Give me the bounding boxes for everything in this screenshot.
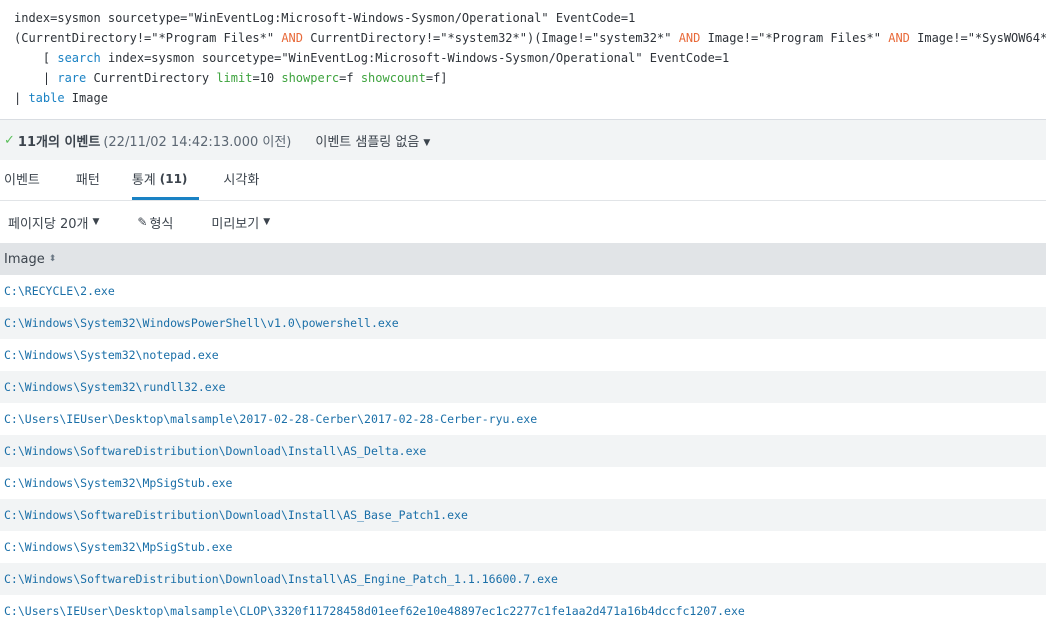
tab-label: 시각화 [223, 173, 260, 188]
caret-down-icon: ▼ [92, 217, 100, 227]
table-row[interactable]: C:\Windows\SoftwareDistribution\Download… [0, 435, 1046, 467]
tab-label: 패턴 [75, 173, 100, 188]
caret-down-icon: ▼ [423, 137, 431, 148]
preview-label: 미리보기 [211, 216, 260, 232]
tab-visualization[interactable]: 시각화 [219, 160, 271, 200]
sort-icon: ⬍ [48, 253, 57, 264]
table-row[interactable]: C:\Users\IEUser\Desktop\malsample\2017-0… [0, 403, 1046, 435]
check-icon: ✓ [4, 132, 15, 148]
results-tabs: 이벤트 패턴 통계 (11) 시각화 [0, 160, 1046, 201]
format-button[interactable]: ✎ 형식 [129, 213, 173, 232]
format-label: 형식 [149, 216, 174, 232]
search-status-bar: ✓ 11개의 이벤트 (22/11/02 14:42:13.000 이전) 이벤… [0, 120, 1046, 160]
pencil-icon: ✎ [137, 215, 148, 229]
table-row[interactable]: C:\Windows\System32\rundll32.exe [0, 371, 1046, 403]
tab-statistics[interactable]: 통계 (11) [131, 160, 200, 200]
preview-dropdown[interactable]: 미리보기 ▼ [203, 213, 270, 232]
caret-down-icon: ▼ [263, 217, 271, 227]
query-line-2: (CurrentDirectory!="*Program Files*" AND… [14, 31, 1046, 45]
per-page-label: 페이지당 20개 [8, 216, 89, 232]
query-line-1: index=sysmon sourcetype="WinEventLog:Mic… [14, 11, 636, 25]
column-header-label: Image [4, 251, 45, 267]
tab-count: (11) [159, 171, 188, 186]
table-row[interactable]: C:\Windows\System32\MpSigStub.exe [0, 531, 1046, 563]
search-query-editor[interactable]: index=sysmon sourcetype="WinEventLog:Mic… [0, 0, 1046, 120]
table-row[interactable]: C:\Windows\System32\notepad.exe [0, 339, 1046, 371]
column-header-image[interactable]: Image ⬍ [0, 243, 1046, 275]
search-timestamp: (22/11/02 14:42:13.000 이전) [103, 134, 292, 150]
query-line-4: | rare CurrentDirectory limit=10 showper… [14, 71, 448, 85]
tab-events[interactable]: 이벤트 [0, 160, 52, 200]
table-row[interactable]: C:\Windows\SoftwareDistribution\Download… [0, 499, 1046, 531]
table-row[interactable]: C:\Windows\SoftwareDistribution\Download… [0, 563, 1046, 595]
results-toolbar: 페이지당 20개 ▼ ✎ 형식 미리보기 ▼ [0, 201, 1046, 243]
results-table-body: C:\RECYCLE\2.exe C:\Windows\System32\Wind… [0, 275, 1046, 627]
tab-patterns[interactable]: 패턴 [72, 160, 112, 200]
per-page-dropdown[interactable]: 페이지당 20개 ▼ [0, 213, 99, 232]
table-row[interactable]: C:\Windows\System32\WindowsPowerShell\v1… [0, 307, 1046, 339]
table-row[interactable]: C:\RECYCLE\2.exe [0, 275, 1046, 307]
event-count: 11개의 이벤트 [17, 134, 101, 150]
tab-label: 이벤트 [4, 173, 40, 188]
query-line-5: | table Image [14, 91, 108, 105]
event-sampling-dropdown[interactable]: 이벤트 샘플링 없음 ▼ [315, 131, 430, 150]
table-row[interactable]: C:\Windows\System32\MpSigStub.exe [0, 467, 1046, 499]
tab-label: 통계 [131, 173, 156, 188]
query-line-3: [ search index=sysmon sourcetype="WinEve… [14, 51, 730, 65]
table-row[interactable]: C:\Users\IEUser\Desktop\malsample\CLOP\3… [0, 595, 1046, 627]
event-sampling-label: 이벤트 샘플링 없음 [315, 134, 420, 150]
